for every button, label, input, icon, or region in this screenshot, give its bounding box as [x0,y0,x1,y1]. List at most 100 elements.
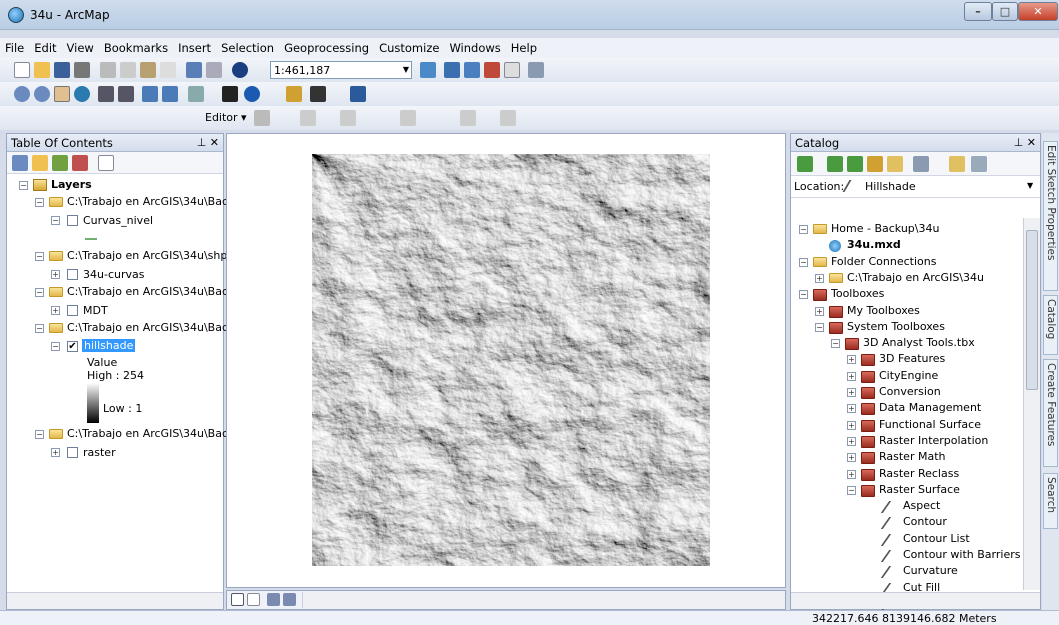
toggle-contents-icon[interactable] [949,156,965,172]
full-extent-icon[interactable] [74,86,90,102]
save-icon[interactable] [54,62,70,78]
map-horizontal-scrollbar[interactable] [302,592,785,608]
map-scale-input[interactable]: 1:461,187 [270,61,412,79]
menu-file[interactable]: File [0,38,29,55]
expand-icon[interactable]: + [847,388,856,397]
catalog-horizontal-scrollbar[interactable] [791,592,1040,609]
fixed-zoom-out-icon[interactable] [118,86,134,102]
find-icon[interactable] [310,86,326,102]
go-to-xy-icon[interactable] [350,86,366,102]
layer-curvas-nivel[interactable]: Curvas_nivel [83,214,153,227]
catalog-item[interactable]: System Toolboxes [847,320,945,333]
views-icon[interactable] [913,156,929,172]
measure-icon[interactable] [286,86,302,102]
collapse-icon[interactable]: − [799,225,808,234]
catalog-item[interactable]: Curvature [903,564,958,577]
refresh-icon[interactable] [267,593,280,606]
expand-icon[interactable]: + [815,274,824,283]
toc-source-folder[interactable]: C:\Trabajo en ArcGIS\34u\shp\ [67,249,231,262]
location-input[interactable]: Hillshade [865,180,916,193]
editor-toolbar-icon[interactable] [420,62,436,78]
open-folder-icon[interactable] [34,62,50,78]
select-features-icon[interactable] [188,86,204,102]
maximize-button[interactable]: □ [992,2,1018,21]
forward-arrow-icon[interactable] [827,156,843,172]
layer-visibility-checkbox[interactable] [67,447,78,458]
menu-view[interactable]: View [62,38,99,55]
back-arrow-icon[interactable] [142,86,158,102]
delete-icon[interactable] [160,62,176,78]
arctoolbox-icon[interactable] [484,62,500,78]
select-elements-icon[interactable] [222,86,238,102]
catalog-item[interactable]: Aspect [903,499,940,512]
expand-icon[interactable]: + [847,355,856,364]
toc-source-folder[interactable]: C:\Trabajo en ArcGIS\34u\Back [67,427,234,440]
catalog-item[interactable]: Raster Math [879,450,946,463]
options-icon[interactable] [98,155,114,171]
menu-selection[interactable]: Selection [216,38,279,55]
minimize-button[interactable]: – [964,2,992,21]
layer-raster[interactable]: raster [83,446,116,459]
expand-icon[interactable]: + [847,470,856,479]
tab-search[interactable]: Search [1043,473,1058,529]
collapse-icon[interactable]: − [815,323,824,332]
catalog-item[interactable]: 3D Features [879,352,945,365]
connect-server-icon[interactable] [971,156,987,172]
edit-tool-icon[interactable] [254,110,270,126]
up-one-level-icon[interactable] [847,156,863,172]
chevron-down-icon[interactable]: ▼ [400,61,412,79]
toc-source-folder[interactable]: C:\Trabajo en ArcGIS\34u\Back [67,195,234,208]
layer-visibility-checkbox[interactable] [67,305,78,316]
toc-horizontal-scrollbar[interactable] [7,592,223,609]
catalog-item[interactable]: 3D Analyst Tools.tbx [863,336,975,349]
home-folder-icon[interactable] [867,156,883,172]
menu-insert[interactable]: Insert [173,38,216,55]
redo-icon[interactable] [206,62,222,78]
expand-icon[interactable]: + [815,307,824,316]
layer-34u-curvas[interactable]: 34u-curvas [83,268,144,281]
list-by-drawing-order-icon[interactable] [12,155,28,171]
model-builder-icon[interactable] [528,62,544,78]
menu-edit[interactable]: Edit [29,38,61,55]
catalog-item[interactable]: Contour List [903,532,970,545]
catalog-item[interactable]: My Toolboxes [847,304,920,317]
catalog-item[interactable]: Folder Connections [831,255,936,268]
zoom-out-icon[interactable] [34,86,50,102]
menu-help[interactable]: Help [506,38,542,55]
editor-menu-button[interactable]: Editor ▾ [205,111,247,124]
expand-icon[interactable]: + [847,437,856,446]
add-data-icon[interactable] [232,62,248,78]
catalog-item[interactable]: Raster Surface [879,483,960,496]
layer-visibility-checkbox[interactable] [67,269,78,280]
layer-mdt[interactable]: MDT [83,304,108,317]
tab-edit-sketch-properties[interactable]: Edit Sketch Properties [1043,141,1058,291]
data-view-icon[interactable] [231,593,244,606]
expand-icon[interactable]: + [847,421,856,430]
catalog-item[interactable]: Contour with Barriers [903,548,1020,561]
expand-icon[interactable]: + [51,306,60,315]
sketch-properties-icon[interactable] [500,110,516,126]
identify-icon[interactable] [244,86,260,102]
catalog-item[interactable]: Raster Reclass [879,467,959,480]
list-by-visibility-icon[interactable] [52,155,68,171]
collapse-icon[interactable]: − [51,342,60,351]
map-view[interactable] [226,133,786,588]
pan-hand-icon[interactable] [54,86,70,102]
catalog-window-icon[interactable] [464,62,480,78]
forward-arrow-icon[interactable] [162,86,178,102]
tab-catalog[interactable]: Catalog [1043,295,1058,355]
scroll-thumb[interactable] [1026,230,1038,390]
layers-label[interactable]: Layers [51,178,92,191]
collapse-icon[interactable]: − [35,198,44,207]
expand-icon[interactable]: + [847,372,856,381]
collapse-icon[interactable]: − [799,290,808,299]
tab-create-features[interactable]: Create Features [1043,359,1058,467]
fixed-zoom-in-icon[interactable] [98,86,114,102]
catalog-pin-close[interactable]: ⊥ ✕ [1014,136,1036,149]
straight-segment-icon[interactable] [300,110,316,126]
catalog-item[interactable]: C:\Trabajo en ArcGIS\34u [847,271,984,284]
catalog-item[interactable]: Home - Backup\34u [831,222,939,235]
cut-icon[interactable] [100,62,116,78]
collapse-icon[interactable]: − [799,258,808,267]
toc-source-folder[interactable]: C:\Trabajo en ArcGIS\34u\Back [67,321,234,334]
